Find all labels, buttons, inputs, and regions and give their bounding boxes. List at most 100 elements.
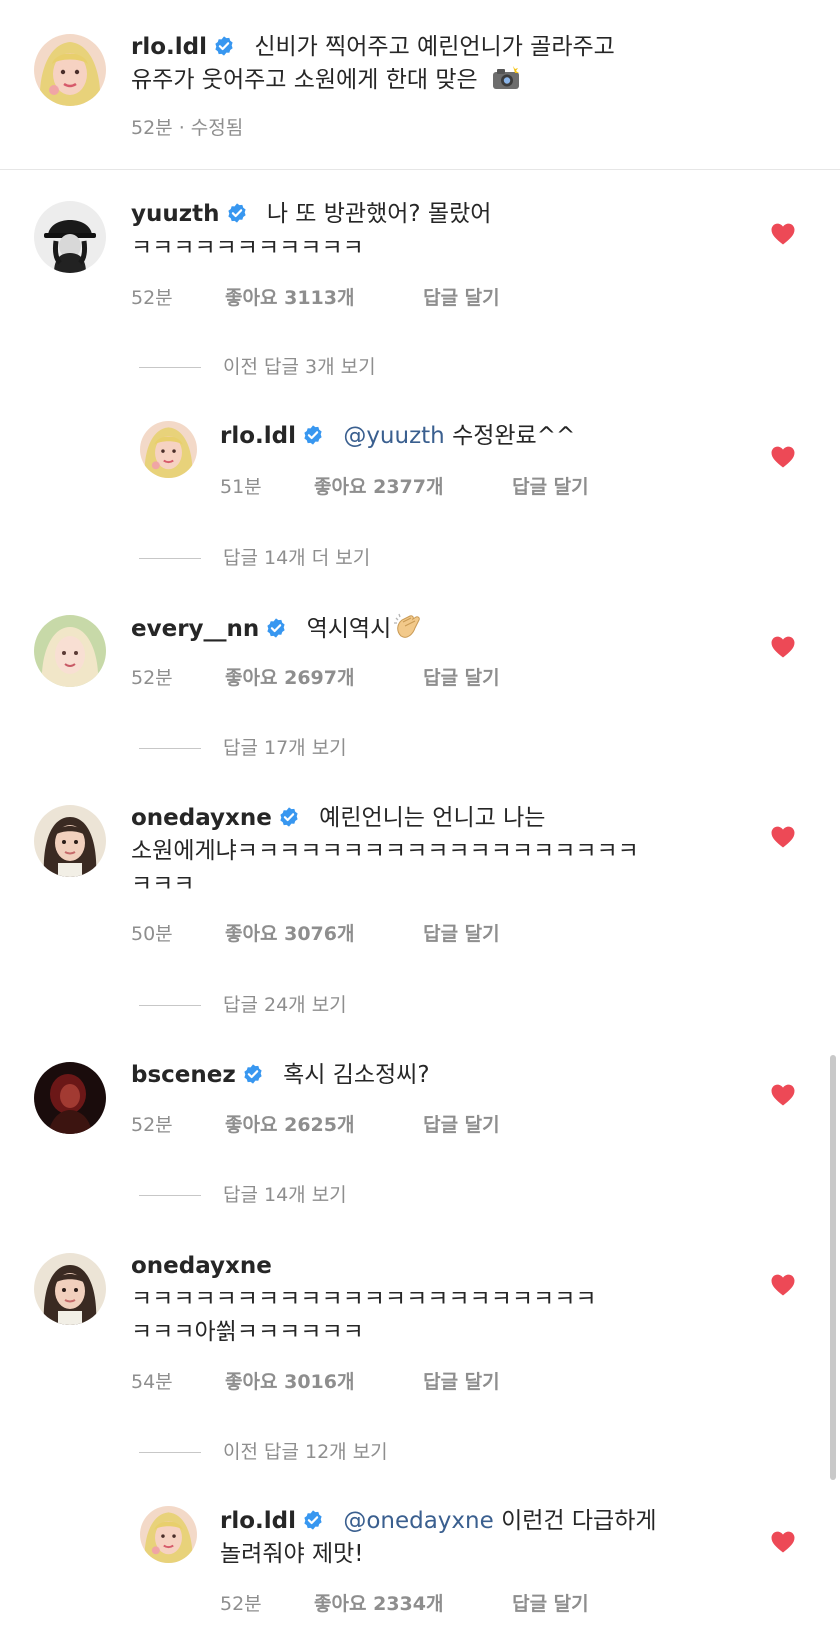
view-replies-label: 답글 14개 보기: [223, 1184, 347, 1206]
comment-meta: 52분 좋아요 3113개 답글 달기: [131, 283, 500, 310]
avatar[interactable]: [34, 1253, 106, 1325]
comment-time: 52분: [220, 1593, 262, 1615]
comment-line-1: rlo.ldl @yuuzth 수정완료^^: [220, 420, 575, 453]
comment-line-2: ㅋㅋㅋㅋㅋㅋㅋㅋㅋㅋㅋ: [131, 235, 364, 261]
heart-icon[interactable]: [770, 1530, 796, 1554]
reply-button[interactable]: 답글 달기: [423, 919, 500, 946]
username[interactable]: bscenez: [131, 1062, 236, 1088]
view-replies-label: 이전 답글 3개 보기: [223, 356, 376, 378]
avatar[interactable]: [34, 201, 106, 273]
view-replies-label: 답글 17개 보기: [223, 737, 347, 759]
divider: [139, 1452, 201, 1453]
comment-line-1: every__nn 역시역시: [131, 612, 423, 646]
view-replies-button[interactable]: 이전 답글 3개 보기: [139, 352, 376, 379]
likes-count[interactable]: 좋아요 2697개: [225, 663, 417, 690]
comment-meta: 54분 좋아요 3016개 답글 달기: [131, 1367, 500, 1394]
reply-button[interactable]: 답글 달기: [423, 1367, 500, 1394]
view-replies-button[interactable]: 답글 24개 보기: [139, 990, 347, 1017]
avatar[interactable]: [140, 1506, 197, 1563]
comment-time: 51분: [220, 476, 262, 498]
divider: [139, 558, 201, 559]
caption-meta: 52분 · 수정됨: [131, 117, 244, 139]
comment-line-1: yuuzth 나 또 방관했어? 몰랐어: [131, 198, 491, 231]
caption-line-1: rlo.ldl 신비가 찍어주고 예린언니가 골라주고: [131, 31, 615, 64]
comment-text: 나 또 방관했어? 몰랐어: [266, 201, 492, 227]
likes-count[interactable]: 좋아요 2377개: [314, 472, 506, 499]
comment-time: 54분: [131, 1371, 173, 1393]
view-replies-label: 답글 24개 보기: [223, 994, 347, 1016]
comment-time: 50분: [131, 923, 173, 945]
comment-line-1: onedayxne: [131, 1250, 272, 1283]
caption-text: 신비가 찍어주고 예린언니가 골라주고: [254, 34, 615, 60]
comment-time: 52분: [131, 287, 173, 309]
likes-count[interactable]: 좋아요 3016개: [225, 1367, 417, 1394]
verified-badge-icon: [265, 617, 287, 639]
comment-line-2: ㅋㅋㅋㅋㅋㅋㅋㅋㅋㅋㅋㅋㅋㅋㅋㅋㅋㅋㅋㅋㅋㅋ: [131, 1286, 597, 1312]
heart-icon[interactable]: [770, 825, 796, 849]
verified-badge-icon: [278, 806, 300, 828]
comment-text: 이런건 다급하게: [501, 1508, 657, 1534]
reply-button[interactable]: 답글 달기: [423, 283, 500, 310]
heart-icon[interactable]: [770, 635, 796, 659]
heart-icon[interactable]: [770, 222, 796, 246]
comment-line-1: onedayxne 예린언니는 언니고 나는: [131, 802, 545, 835]
verified-badge-icon: [226, 202, 248, 224]
divider: [139, 748, 201, 749]
view-replies-button[interactable]: 답글 14개 더 보기: [139, 543, 370, 570]
likes-count[interactable]: 좋아요 2334개: [314, 1589, 506, 1616]
comment-meta: 50분 좋아요 3076개 답글 달기: [131, 919, 500, 946]
comment-line-1: rlo.ldl @onedayxne 이런건 다급하게: [220, 1505, 657, 1538]
comment-text: 역시역시: [306, 616, 392, 642]
avatar[interactable]: [34, 1062, 106, 1134]
post-caption: rlo.ldl 신비가 찍어주고 예린언니가 골라주고 유주가 웃어주고 소원에…: [0, 0, 840, 170]
comment-line-2: 소원에게냐ㅋㅋㅋㅋㅋㅋㅋㅋㅋㅋㅋㅋㅋㅋㅋㅋㅋㅋㅋ: [131, 838, 639, 864]
avatar[interactable]: [34, 615, 106, 687]
comment-meta: 52분 좋아요 2334개 답글 달기: [220, 1589, 589, 1616]
heart-icon[interactable]: [770, 1273, 796, 1297]
username[interactable]: every__nn: [131, 616, 259, 642]
view-replies-button[interactable]: 이전 답글 12개 보기: [139, 1437, 388, 1464]
reply-button[interactable]: 답글 달기: [512, 472, 589, 499]
divider: [139, 1005, 201, 1006]
comment-line-3: ㅋㅋㅋ: [131, 871, 195, 897]
likes-count[interactable]: 좋아요 3113개: [225, 283, 417, 310]
comment-meta: 51분 좋아요 2377개 답글 달기: [220, 472, 589, 499]
caption-line-2: 유주가 웃어주고 소원에게 한대 맞은: [131, 64, 521, 97]
avatar[interactable]: [34, 805, 106, 877]
divider: [139, 367, 201, 368]
avatar[interactable]: [140, 421, 197, 478]
comment-meta: 52분 좋아요 2697개 답글 달기: [131, 663, 500, 690]
username[interactable]: onedayxne: [131, 805, 272, 831]
heart-icon[interactable]: [770, 1083, 796, 1107]
camera-with-flash-icon: [491, 65, 521, 91]
view-replies-button[interactable]: 답글 14개 보기: [139, 1180, 347, 1207]
comment-text: 혹시 김소정씨?: [283, 1062, 430, 1088]
clapping-hands-icon: [393, 612, 423, 642]
username[interactable]: yuuzth: [131, 201, 220, 227]
verified-badge-icon: [302, 1509, 324, 1531]
reply-button[interactable]: 답글 달기: [423, 663, 500, 690]
username[interactable]: onedayxne: [131, 1253, 272, 1279]
comment-line-3: ㅋㅋㅋ아씕ㅋㅋㅋㅋㅋㅋ: [131, 1319, 364, 1345]
view-replies-label: 이전 답글 12개 보기: [223, 1441, 388, 1463]
reply-button[interactable]: 답글 달기: [423, 1110, 500, 1137]
avatar[interactable]: [34, 34, 106, 106]
mention-link[interactable]: @yuuzth: [343, 423, 444, 449]
comment-text: 수정완료^^: [452, 423, 576, 449]
verified-badge-icon: [302, 424, 324, 446]
reply-button[interactable]: 답글 달기: [512, 1589, 589, 1616]
verified-badge-icon: [242, 1063, 264, 1085]
likes-count[interactable]: 좋아요 3076개: [225, 919, 417, 946]
view-replies-button[interactable]: 답글 17개 보기: [139, 733, 347, 760]
username[interactable]: rlo.ldl: [131, 34, 207, 60]
comment-meta: 52분 좋아요 2625개 답글 달기: [131, 1110, 500, 1137]
divider: [139, 1195, 201, 1196]
comment-line-1: bscenez 혹시 김소정씨?: [131, 1059, 430, 1092]
heart-icon[interactable]: [770, 445, 796, 469]
mention-link[interactable]: @onedayxne: [343, 1508, 493, 1534]
verified-badge-icon: [213, 35, 235, 57]
likes-count[interactable]: 좋아요 2625개: [225, 1110, 417, 1137]
username[interactable]: rlo.ldl: [220, 1508, 296, 1534]
scrollbar[interactable]: [830, 1055, 836, 1480]
username[interactable]: rlo.ldl: [220, 423, 296, 449]
